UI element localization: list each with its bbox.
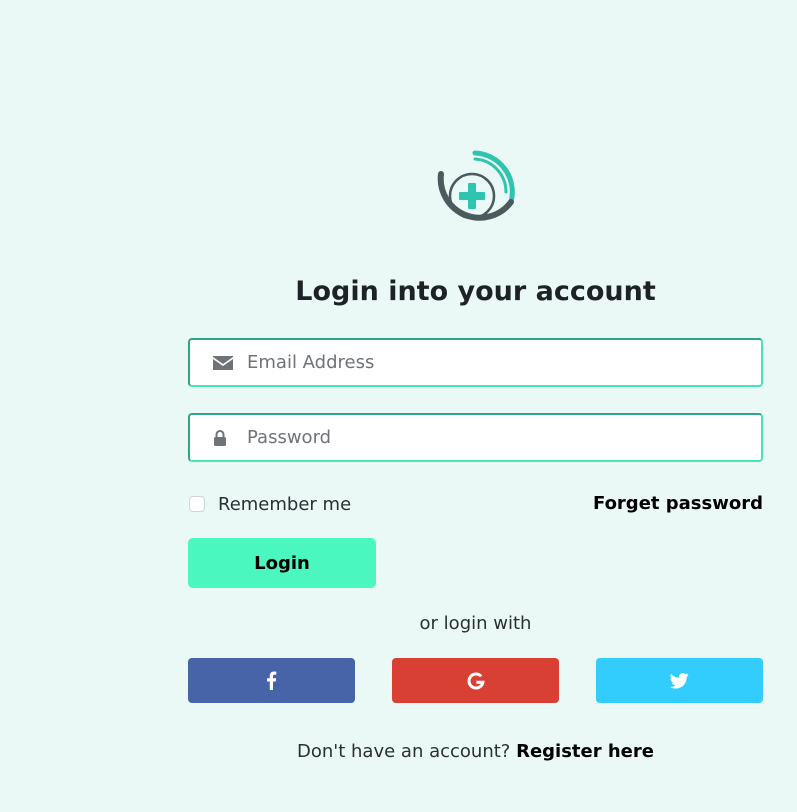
register-link[interactable]: Register here bbox=[516, 741, 654, 762]
medical-cross-logo bbox=[437, 150, 515, 221]
page-title: Login into your account bbox=[295, 276, 656, 307]
remember-me[interactable]: Remember me bbox=[188, 491, 351, 517]
register-prompt: Don't have an account? Register here bbox=[188, 739, 763, 765]
google-icon bbox=[467, 672, 485, 689]
remember-label: Remember me bbox=[218, 493, 352, 515]
forget-password-link[interactable]: Forget password bbox=[593, 491, 763, 517]
password-field[interactable] bbox=[188, 413, 763, 462]
twitter-login-button[interactable] bbox=[596, 658, 763, 703]
lock-icon bbox=[214, 429, 226, 446]
remember-checkbox[interactable] bbox=[189, 496, 205, 512]
facebook-icon bbox=[267, 671, 277, 690]
google-login-button[interactable] bbox=[392, 658, 559, 703]
envelope-icon bbox=[213, 355, 233, 370]
or-login-text: or login with bbox=[419, 613, 532, 634]
register-prompt-text: Don't have an account? bbox=[297, 741, 511, 762]
email-field[interactable] bbox=[188, 338, 763, 387]
email-input[interactable] bbox=[247, 340, 751, 385]
facebook-login-button[interactable] bbox=[188, 658, 355, 703]
twitter-icon bbox=[670, 672, 689, 689]
password-input[interactable] bbox=[247, 415, 751, 460]
login-button[interactable]: Login bbox=[188, 538, 376, 588]
